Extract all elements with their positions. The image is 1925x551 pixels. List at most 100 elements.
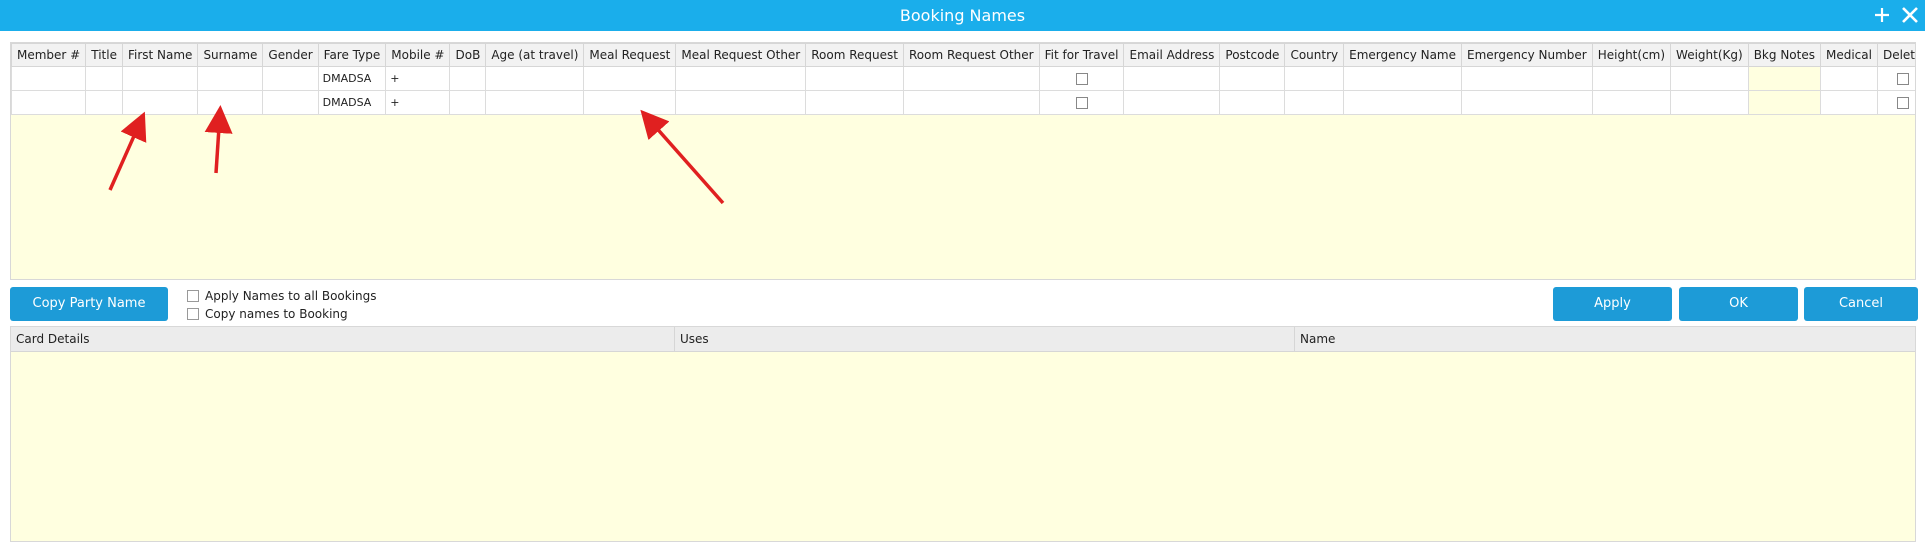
cell-weight[interactable] — [1670, 66, 1749, 91]
col-title[interactable]: Title — [85, 43, 123, 67]
cell-room-request-other[interactable] — [902, 66, 1040, 91]
copy-names-booking-checkbox[interactable] — [187, 308, 199, 320]
cell-fare-type[interactable]: DMADSA — [317, 90, 387, 115]
col-room-request[interactable]: Room Request — [805, 43, 904, 67]
table-row: DMADSA + — [11, 66, 1915, 91]
col-fit-for-travel[interactable]: Fit for Travel — [1038, 43, 1125, 67]
col-medical[interactable]: Medical — [1819, 43, 1878, 67]
ok-button[interactable]: OK — [1679, 287, 1798, 321]
close-icon[interactable] — [1899, 4, 1921, 26]
apply-names-all-option[interactable]: Apply Names to all Bookings — [187, 288, 377, 304]
cell-age[interactable] — [485, 90, 585, 115]
title-bar: Booking Names — [0, 0, 1925, 31]
col-member-number[interactable]: Member # — [11, 43, 87, 67]
col-meal-request-other[interactable]: Meal Request Other — [675, 43, 807, 67]
delete-checkbox[interactable] — [1896, 97, 1909, 109]
cell-title[interactable] — [85, 90, 123, 115]
cell-title[interactable] — [85, 66, 123, 91]
card-details-grid: Card Details Uses Name — [10, 326, 1916, 542]
col-postcode[interactable]: Postcode — [1219, 43, 1286, 67]
col-dob[interactable]: DoB — [449, 43, 487, 67]
cell-surname[interactable] — [197, 66, 264, 91]
card-header-row: Card Details Uses Name — [11, 327, 1915, 352]
col-uses[interactable]: Uses — [675, 327, 1295, 351]
col-country[interactable]: Country — [1284, 43, 1345, 67]
cell-email[interactable] — [1123, 66, 1221, 91]
col-weight[interactable]: Weight(Kg) — [1670, 43, 1749, 67]
col-gender[interactable]: Gender — [262, 43, 319, 67]
col-mobile[interactable]: Mobile # — [385, 43, 451, 67]
cell-delete — [1876, 66, 1915, 91]
cell-emergency-number[interactable] — [1461, 90, 1593, 115]
col-delete[interactable]: Delete — [1876, 43, 1915, 67]
cell-emergency-name[interactable] — [1343, 90, 1463, 115]
col-fare-type[interactable]: Fare Type — [317, 43, 387, 67]
cell-bkg-notes[interactable] — [1747, 90, 1821, 115]
cell-gender[interactable] — [262, 90, 319, 115]
cell-mobile[interactable]: + — [385, 90, 451, 115]
cell-first-name[interactable] — [121, 66, 199, 91]
cell-height[interactable] — [1591, 66, 1672, 91]
col-emergency-number[interactable]: Emergency Number — [1461, 43, 1593, 67]
plus-icon[interactable] — [1871, 4, 1893, 26]
cell-fit-for-travel — [1038, 66, 1125, 91]
apply-names-all-checkbox[interactable] — [187, 290, 199, 302]
cell-country[interactable] — [1284, 66, 1345, 91]
col-name[interactable]: Name — [1295, 327, 1915, 351]
copy-names-booking-option[interactable]: Copy names to Booking — [187, 306, 348, 322]
apply-names-all-label: Apply Names to all Bookings — [205, 289, 377, 303]
cell-age[interactable] — [485, 66, 585, 91]
cell-room-request[interactable] — [805, 66, 904, 91]
cell-meal-request[interactable] — [583, 66, 677, 91]
cancel-button[interactable]: Cancel — [1804, 287, 1918, 321]
col-bkg-notes[interactable]: Bkg Notes — [1747, 43, 1821, 67]
col-email[interactable]: Email Address — [1123, 43, 1221, 67]
col-first-name[interactable]: First Name — [121, 43, 199, 67]
col-height[interactable]: Height(cm) — [1591, 43, 1672, 67]
col-meal-request[interactable]: Meal Request — [583, 43, 677, 67]
names-grid: Member # Title First Name Surname Gender… — [10, 42, 1916, 280]
cell-surname[interactable] — [197, 90, 264, 115]
cell-mobile[interactable]: + — [385, 66, 451, 91]
col-surname[interactable]: Surname — [197, 43, 264, 67]
cell-room-request[interactable] — [805, 90, 904, 115]
cell-bkg-notes[interactable] — [1747, 66, 1821, 91]
cell-room-request-other[interactable] — [902, 90, 1040, 115]
cell-fare-type[interactable]: DMADSA — [317, 66, 387, 91]
cell-delete — [1876, 90, 1915, 115]
delete-checkbox[interactable] — [1896, 73, 1909, 85]
cell-weight[interactable] — [1670, 90, 1749, 115]
cell-meal-request[interactable] — [583, 90, 677, 115]
col-age[interactable]: Age (at travel) — [485, 43, 585, 67]
copy-party-name-button[interactable]: Copy Party Name — [10, 287, 168, 321]
cell-medical[interactable] — [1819, 66, 1878, 91]
cell-emergency-name[interactable] — [1343, 66, 1463, 91]
fit-for-travel-checkbox[interactable] — [1075, 73, 1088, 85]
cell-member-number[interactable] — [11, 90, 87, 115]
col-emergency-name[interactable]: Emergency Name — [1343, 43, 1463, 67]
cell-postcode[interactable] — [1219, 66, 1286, 91]
cell-dob[interactable] — [449, 66, 487, 91]
cell-gender[interactable] — [262, 66, 319, 91]
cell-height[interactable] — [1591, 90, 1672, 115]
cell-fit-for-travel — [1038, 90, 1125, 115]
cell-first-name[interactable] — [121, 90, 199, 115]
window-title: Booking Names — [899, 6, 1026, 25]
cell-emergency-number[interactable] — [1461, 66, 1593, 91]
fit-for-travel-checkbox[interactable] — [1075, 97, 1088, 109]
cell-dob[interactable] — [449, 90, 487, 115]
col-room-request-other[interactable]: Room Request Other — [902, 43, 1040, 67]
names-table: Member # Title First Name Surname Gender… — [11, 43, 1915, 115]
cell-country[interactable] — [1284, 90, 1345, 115]
cell-meal-request-other[interactable] — [675, 90, 807, 115]
cell-meal-request-other[interactable] — [675, 66, 807, 91]
col-card-details[interactable]: Card Details — [11, 327, 675, 351]
apply-button[interactable]: Apply — [1553, 287, 1672, 321]
cell-email[interactable] — [1123, 90, 1221, 115]
table-row: DMADSA + — [11, 90, 1915, 115]
copy-names-booking-label: Copy names to Booking — [205, 307, 348, 321]
names-header-row: Member # Title First Name Surname Gender… — [11, 43, 1915, 67]
cell-member-number[interactable] — [11, 66, 87, 91]
cell-medical[interactable] — [1819, 90, 1878, 115]
cell-postcode[interactable] — [1219, 90, 1286, 115]
